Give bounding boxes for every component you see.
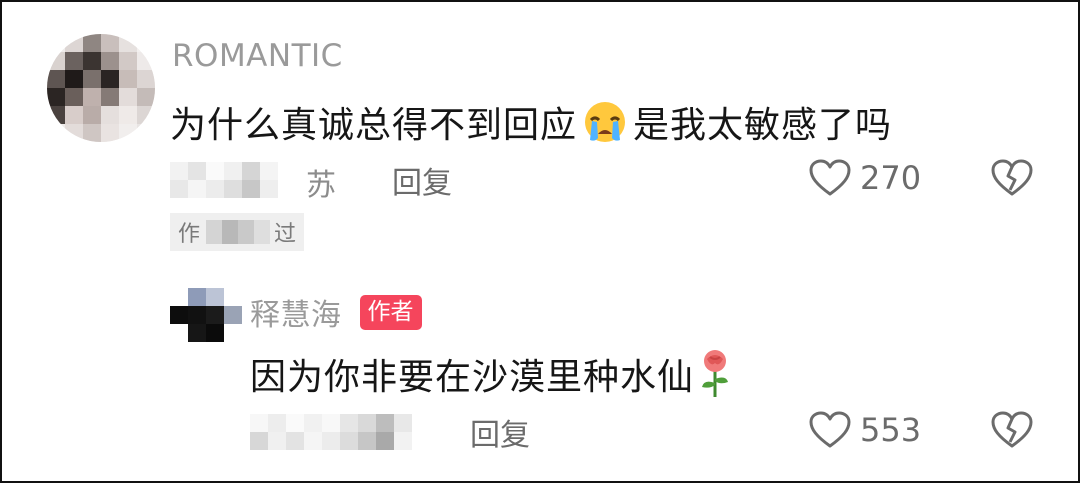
author-liked-tag: 作 过 [170, 213, 304, 251]
comment-body: 为什么真诚总得不到回应 是我太敏感了吗 [170, 96, 892, 148]
author-liked-tag-text-right: 过 [274, 222, 297, 247]
loudly-crying-face-icon [581, 100, 629, 144]
reply-header: 释慧海 作者 [250, 290, 422, 334]
reply-text: 因为你非要在沙漠里种水仙 [250, 357, 695, 398]
author-badge: 作者 [359, 294, 422, 330]
blurred-tag-text [206, 220, 271, 244]
author-liked-tag-text-left: 作 [178, 222, 201, 247]
dislike-button[interactable] [990, 158, 1034, 198]
blurred-meta-info [170, 162, 278, 198]
like-button-2[interactable]: 553 [808, 410, 921, 450]
like-count-2: 553 [860, 411, 922, 449]
reply-body: 因为你非要在沙漠里种水仙 [250, 348, 734, 400]
avatar[interactable] [47, 34, 155, 142]
comment-username[interactable]: ROMANTIC [172, 38, 343, 74]
like-count: 270 [860, 159, 922, 197]
comment-location: 苏 [306, 168, 336, 203]
like-button[interactable]: 270 [808, 158, 921, 198]
comment-text-continued: 是我太敏感了吗 [633, 105, 893, 146]
reply-button[interactable]: 回复 [392, 158, 452, 202]
broken-heart-icon [990, 158, 1034, 198]
reply-button-2[interactable]: 回复 [470, 410, 530, 454]
comment-section: ROMANTIC 为什么真诚总得不到回应 是我太敏感了吗 苏 回复 270 作 … [0, 0, 1080, 483]
reply-avatar[interactable] [170, 288, 244, 342]
blurred-reply-meta [250, 414, 430, 450]
heart-outline-icon [808, 158, 852, 198]
reply-username[interactable]: 释慧海 [250, 290, 342, 334]
broken-heart-icon [990, 410, 1034, 450]
rose-icon [696, 349, 734, 399]
comment-text: 为什么真诚总得不到回应 [170, 105, 578, 146]
dislike-button-2[interactable] [990, 410, 1034, 450]
heart-outline-icon [808, 410, 852, 450]
